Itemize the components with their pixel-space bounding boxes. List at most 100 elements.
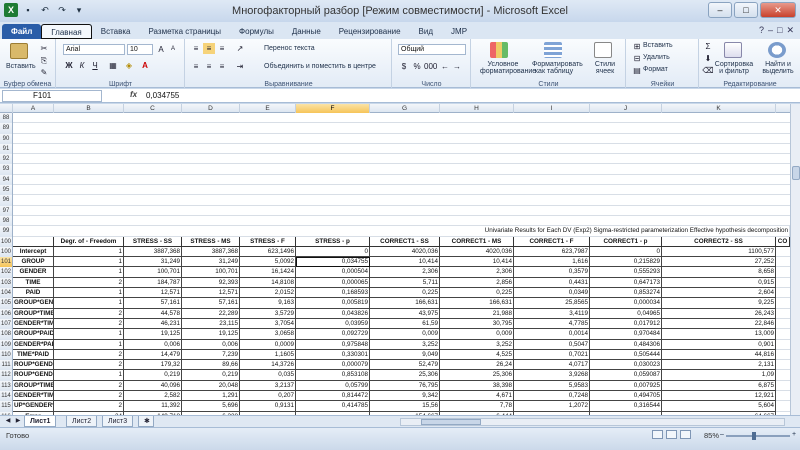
column-header[interactable]: K [662, 104, 776, 113]
row-header[interactable]: 91 [0, 143, 13, 155]
data-cell[interactable]: 0,009 [440, 329, 514, 340]
maximize-button[interactable]: □ [734, 2, 758, 18]
cell-styles-icon[interactable] [594, 42, 612, 58]
data-cell[interactable]: 12,571 [182, 288, 240, 299]
data-cell[interactable]: 0,009 [370, 329, 440, 340]
row-header[interactable]: 114 [0, 391, 13, 402]
data-cell[interactable]: 21,988 [440, 308, 514, 319]
data-cell[interactable]: 1 [54, 329, 124, 340]
data-cell[interactable]: 14,479 [124, 349, 182, 361]
data-cell[interactable]: 100,701 [182, 267, 240, 278]
column-header[interactable]: G [370, 104, 440, 113]
format-painter-icon[interactable]: ✎ [38, 67, 50, 78]
data-cell[interactable]: 3,252 [440, 339, 514, 350]
data-cell[interactable]: 166,631 [440, 298, 514, 309]
data-cell[interactable]: 3887,368 [182, 246, 240, 258]
percent-icon[interactable]: % [411, 61, 423, 72]
row-label-cell[interactable]: UP*GENDER*TIME* [13, 401, 54, 412]
data-cell[interactable]: 0,0349 [514, 288, 590, 299]
format-table-icon[interactable] [544, 42, 562, 58]
data-cell[interactable]: 1 [54, 339, 124, 350]
data-cell[interactable]: 20,048 [182, 380, 240, 392]
data-cell[interactable]: 2 [54, 401, 124, 412]
data-cell[interactable]: 25,306 [370, 370, 440, 381]
sheet-tab-2[interactable]: Лист2 [66, 416, 98, 427]
data-cell[interactable]: 26,243 [662, 308, 776, 319]
bold-icon[interactable]: Ж [63, 60, 75, 71]
data-cell[interactable]: 2 [54, 349, 124, 361]
data-cell[interactable]: 12,921 [662, 391, 776, 402]
data-cell[interactable]: 1,291 [182, 391, 240, 402]
data-cell[interactable]: 0,7021 [514, 349, 590, 361]
data-cell[interactable]: 0,414785 [296, 401, 370, 412]
insert-cells-button[interactable]: Вставить [643, 42, 673, 49]
column-header[interactable]: A [13, 104, 54, 113]
data-cell[interactable]: 3,5729 [240, 308, 296, 319]
data-cell[interactable]: 10,414 [440, 257, 514, 268]
find-select-icon[interactable] [768, 42, 786, 58]
row-label-cell[interactable]: GENDER*PAID [13, 339, 54, 350]
format-cells-icon[interactable]: ▤ [631, 65, 643, 76]
fill-color-icon[interactable]: ◈ [123, 60, 135, 71]
tab-review[interactable]: Рецензирование [330, 24, 410, 39]
data-cell[interactable]: 0,219 [182, 370, 240, 381]
clear-icon[interactable]: ⌫ [702, 65, 714, 76]
data-cell[interactable]: 3,252 [370, 339, 440, 350]
paste-button[interactable]: Вставить [6, 63, 36, 70]
ribbon-restore-icon[interactable]: □ [777, 25, 782, 36]
data-cell[interactable]: 0,059087 [590, 370, 662, 381]
data-cell[interactable]: 3,4119 [514, 308, 590, 319]
fx-icon[interactable]: fx [130, 90, 137, 99]
normal-view-icon[interactable] [652, 430, 663, 439]
autosum-icon[interactable]: Σ [702, 41, 714, 52]
data-cell[interactable]: 2 [54, 360, 124, 371]
data-cell[interactable]: 0,000079 [296, 360, 370, 371]
name-box[interactable]: F101 [2, 90, 102, 102]
underline-icon[interactable]: Ч [89, 60, 101, 71]
column-header[interactable]: H [440, 104, 514, 113]
tab-page-layout[interactable]: Разметка страницы [139, 24, 230, 39]
merge-center-button[interactable]: Объединить и поместить в центре [264, 63, 376, 70]
zoom-in-button[interactable]: + [792, 431, 796, 438]
data-cell[interactable]: 0,007925 [590, 380, 662, 392]
data-cell[interactable]: 46,231 [124, 318, 182, 330]
data-cell[interactable]: 0,505444 [590, 349, 662, 361]
data-cell[interactable]: 0,168593 [296, 288, 370, 299]
row-header[interactable]: 110 [0, 349, 13, 361]
row-header[interactable]: 88 [0, 113, 13, 124]
data-cell[interactable]: 26,24 [440, 360, 514, 371]
data-cell[interactable]: 15,56 [370, 401, 440, 412]
data-cell[interactable]: 3,9268 [514, 370, 590, 381]
data-cell[interactable]: 1 [54, 267, 124, 278]
data-cell[interactable]: 7,239 [182, 349, 240, 361]
zoom-out-button[interactable]: – [720, 431, 724, 438]
data-cell[interactable]: 25,8565 [514, 298, 590, 309]
data-cell[interactable]: 2,856 [440, 277, 514, 289]
data-cell[interactable]: 0,017912 [590, 318, 662, 330]
data-cell[interactable]: 4,671 [440, 391, 514, 402]
row-header[interactable]: 100 [0, 236, 13, 247]
row-header[interactable]: 105 [0, 298, 13, 309]
row-label-cell[interactable]: ROUP*GENDER*TIM [13, 360, 54, 371]
data-cell[interactable]: 0,7248 [514, 391, 590, 402]
data-cell[interactable]: 9,049 [370, 349, 440, 361]
undo-icon[interactable]: ↶ [38, 3, 52, 17]
save-icon[interactable]: ▪ [21, 3, 35, 17]
data-cell[interactable]: 9,342 [370, 391, 440, 402]
data-cell[interactable]: 25,306 [440, 370, 514, 381]
data-cell[interactable]: 166,631 [370, 298, 440, 309]
data-cell[interactable]: 4,0717 [514, 360, 590, 371]
zoom-level[interactable]: 85% [704, 431, 719, 440]
excel-logo-icon[interactable]: X [4, 3, 18, 17]
data-cell[interactable]: 43,975 [370, 308, 440, 319]
row-header[interactable]: 100 [0, 246, 13, 258]
data-cell[interactable]: 22,846 [662, 318, 776, 330]
data-cell[interactable]: 38,398 [440, 380, 514, 392]
delete-cells-icon[interactable]: ⊟ [631, 53, 643, 64]
data-cell[interactable]: 0 [590, 246, 662, 258]
data-cell[interactable]: 2,306 [370, 267, 440, 278]
table-caption[interactable]: Univariate Results for Each DV (Exp2) Si… [14, 226, 790, 237]
cond-format-button[interactable]: Условное форматирование [480, 61, 536, 75]
data-cell[interactable]: 40,096 [124, 380, 182, 392]
customize-qat-icon[interactable]: ▾ [72, 3, 86, 17]
